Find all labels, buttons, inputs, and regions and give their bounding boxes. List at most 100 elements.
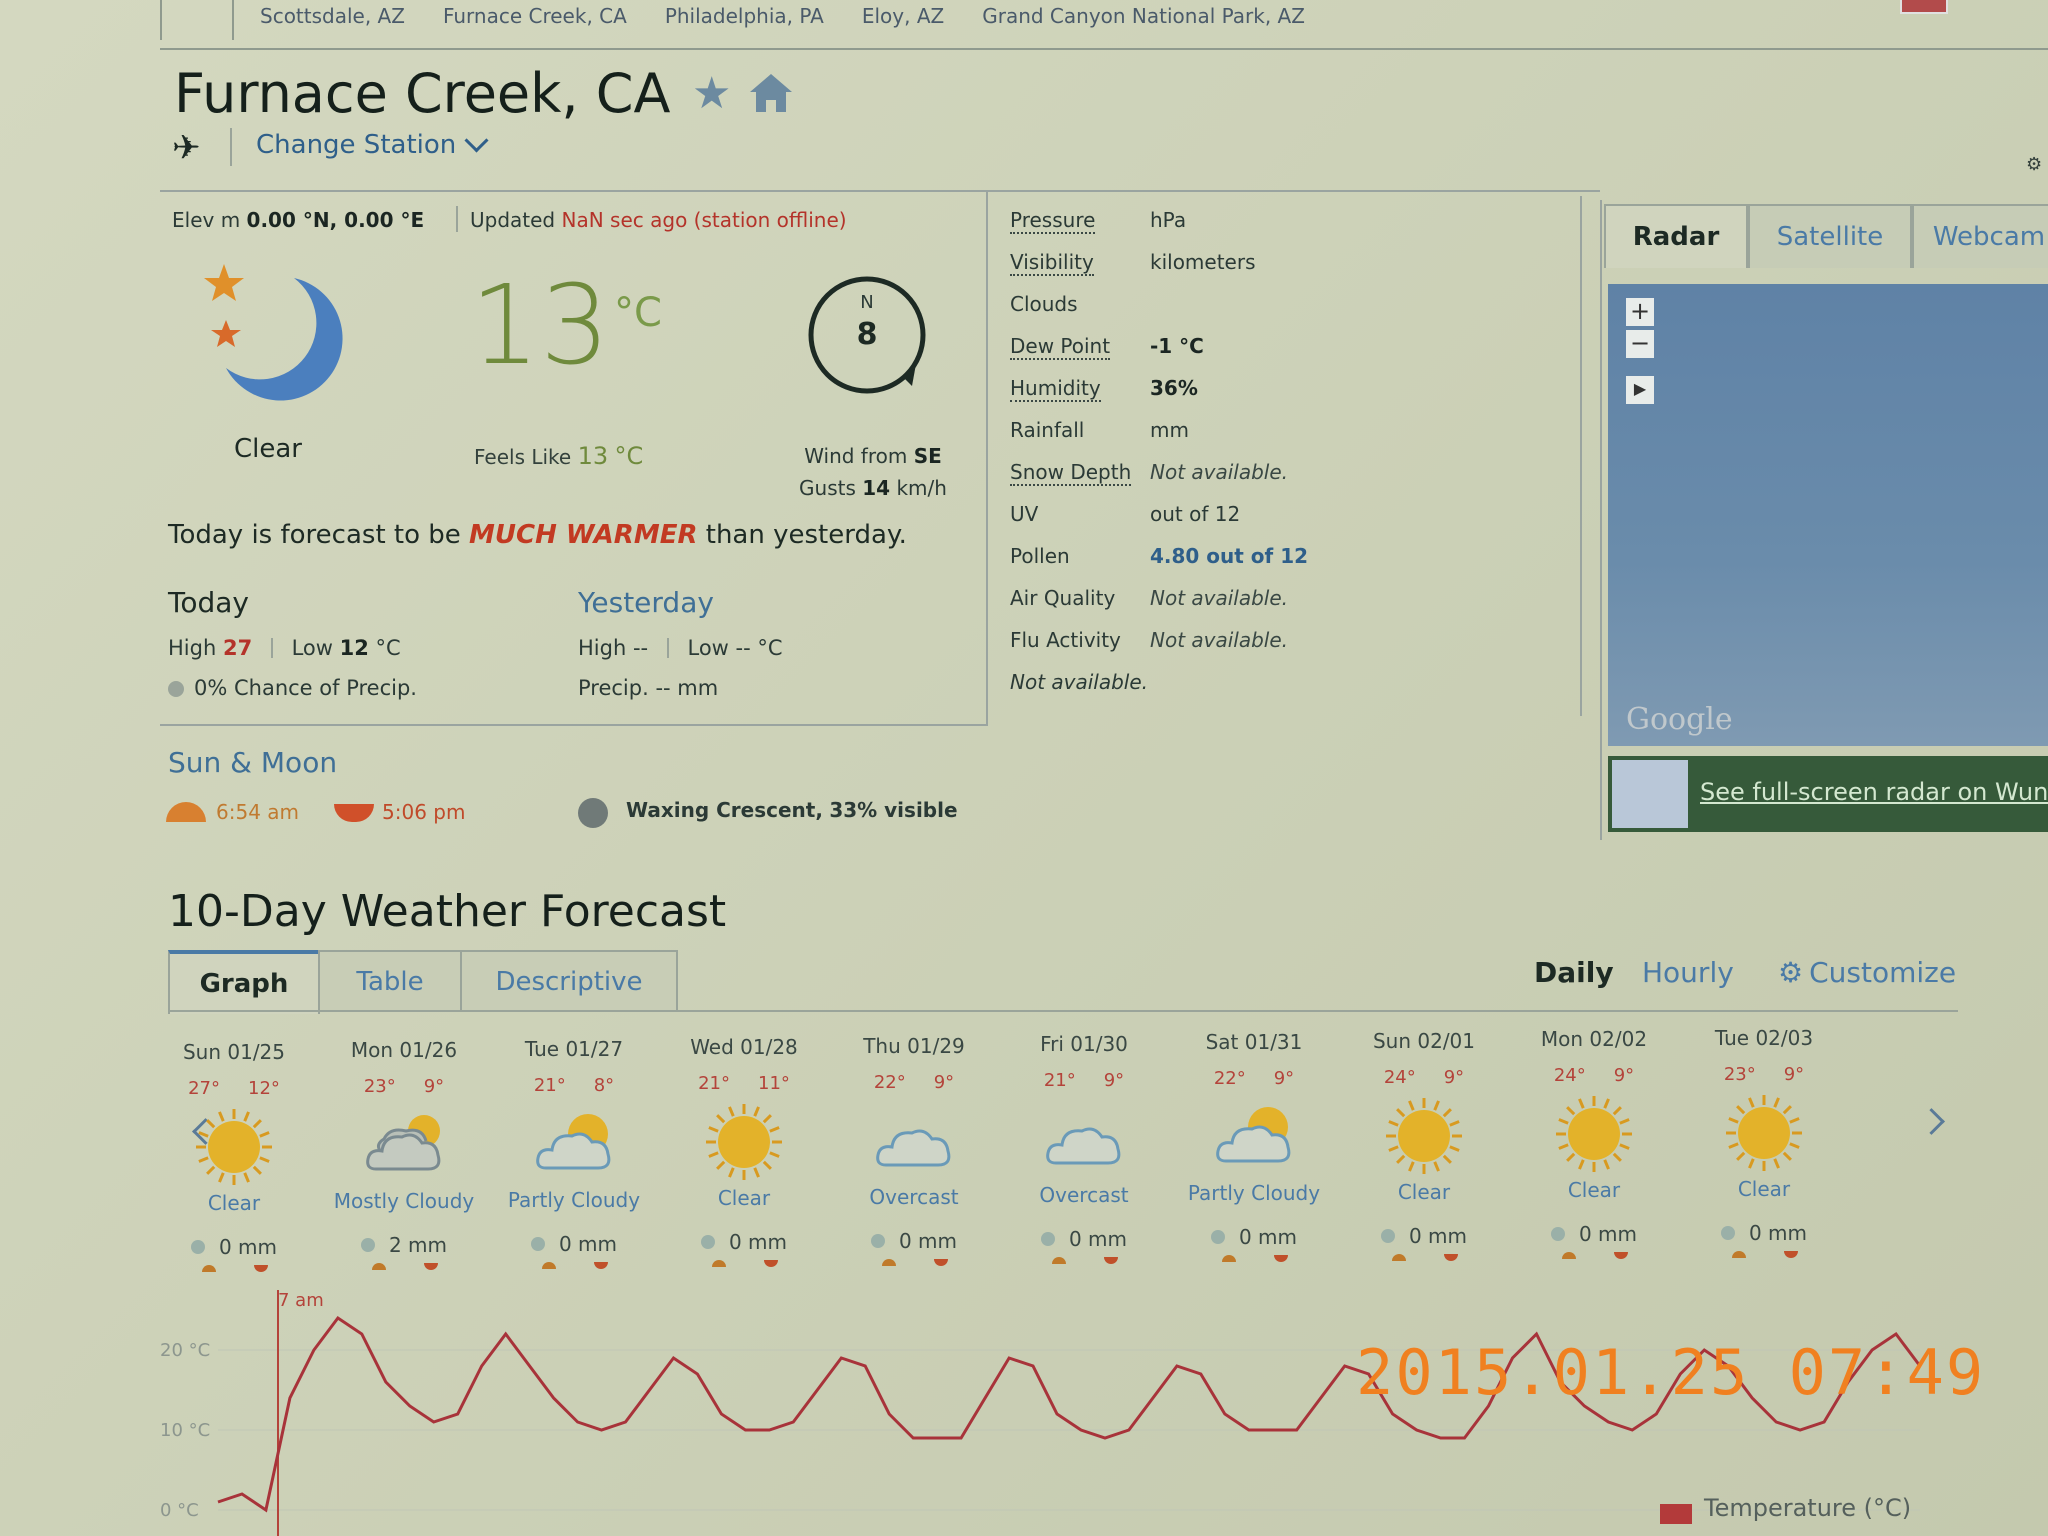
recent-stations-list: Scottsdale, AZ Furnace Creek, CA Philade… [260, 4, 1305, 28]
moon-phase-icon [578, 798, 608, 828]
cloud-icon [872, 1101, 956, 1181]
conditions-footer-text: Not available. [1010, 670, 1149, 694]
condition-label[interactable]: Snow Depth [1010, 460, 1132, 486]
sunset-marker [1444, 1253, 1458, 1261]
day-date: Tue 02/03 [1714, 1025, 1814, 1050]
tab-graph[interactable]: Graph [168, 950, 320, 1014]
flag-icon[interactable] [1900, 0, 1948, 14]
day-condition: Partly Cloudy [1187, 1181, 1321, 1206]
zoom-out-button[interactable]: − [1626, 330, 1654, 358]
recent-station-link[interactable]: Grand Canyon National Park, AZ [982, 4, 1305, 28]
air-quality-value: Not available. [1150, 586, 1289, 610]
sun-moon-heading[interactable]: Sun & Moon [168, 746, 337, 779]
condition-label[interactable]: Humidity [1010, 376, 1101, 402]
radar-tabs: Radar Satellite Webcam [1602, 204, 2048, 268]
temperature-unit[interactable]: °C [614, 290, 662, 336]
change-station-button[interactable]: Change Station [256, 128, 489, 160]
station-coords: 0.00 °N, 0.00 °E [246, 208, 425, 232]
condition-value[interactable]: 4.80 out of 12 [1150, 544, 1308, 568]
sun-markers [1514, 1252, 1674, 1262]
tab-descriptive[interactable]: Descriptive [460, 950, 678, 1012]
condition-value: -1 °C [1150, 334, 1204, 358]
recent-station-link[interactable]: Eloy, AZ [862, 4, 944, 28]
recent-station-link[interactable]: Furnace Creek, CA [443, 4, 627, 28]
precip-icon [1380, 1228, 1395, 1243]
divider [160, 190, 1600, 192]
radar-map[interactable]: + − ▶ Google [1608, 284, 2048, 746]
tab-webcam[interactable]: Webcam [1912, 204, 2048, 268]
day-date: Fri 01/30 [1040, 1032, 1128, 1056]
wind-speed: 8 [857, 317, 878, 352]
condition-label[interactable]: Pressure [1010, 208, 1096, 234]
day-condition: Overcast [869, 1184, 959, 1209]
day-condition: Clear [1737, 1176, 1791, 1201]
divider [1580, 196, 1582, 716]
day-condition: Clear [1397, 1179, 1451, 1204]
forecast-day: Tue 02/03 23° 9° Clear 0 mm [1684, 1026, 1844, 1261]
day-low: 9° [423, 1076, 445, 1098]
day-precip-value: 0 mm [218, 1235, 278, 1259]
wind-from-label: Wind from [804, 444, 908, 468]
customize-button[interactable]: ⚙ Customize [1778, 956, 1956, 989]
sunset-marker [934, 1258, 948, 1266]
day-high: 23° [1723, 1063, 1756, 1085]
day-condition: Partly Cloudy [507, 1187, 641, 1212]
hourly-toggle[interactable]: Hourly [1642, 956, 1734, 989]
sunrise-marker [1732, 1250, 1746, 1258]
day-precip-value: 0 mm [728, 1230, 788, 1255]
divider [232, 0, 234, 40]
precip-icon [190, 1240, 205, 1254]
tab-table[interactable]: Table [318, 950, 462, 1012]
home-icon[interactable] [748, 72, 794, 114]
divider [270, 638, 273, 658]
recent-station-link[interactable]: Philadelphia, PA [665, 4, 824, 28]
today-heading: Today [168, 586, 249, 619]
forecast-emphasis: MUCH WARMER [469, 520, 698, 550]
current-condition: Clear [234, 434, 302, 464]
sun-icon [1382, 1096, 1466, 1176]
yesterday-high-low: High -- Low -- °C [578, 636, 783, 660]
day-date: Sun 02/01 [1372, 1028, 1476, 1053]
day-date: Wed 01/28 [690, 1035, 798, 1060]
day-date: Sat 01/31 [1205, 1030, 1303, 1055]
daily-toggle[interactable]: Daily [1534, 956, 1614, 989]
recent-station-link[interactable]: Scottsdale, AZ [260, 4, 405, 28]
condition-label[interactable]: Visibility [1010, 250, 1094, 276]
station-elevation: Elev m 0.00 °N, 0.00 °E [172, 208, 424, 232]
gusts-label: Gusts [799, 476, 856, 500]
precip-icon [1210, 1230, 1225, 1245]
day-precip: 0 mm [1004, 1227, 1164, 1251]
day-precip: 0 mm [1174, 1225, 1334, 1249]
sunset-marker [1104, 1257, 1118, 1264]
sunrise-marker [372, 1263, 386, 1271]
settings-icon[interactable]: ⚙ [2026, 154, 2042, 175]
condition-label[interactable]: Dew Point [1010, 334, 1111, 360]
radar-banner[interactable]: See full-screen radar on Wun [1608, 756, 2048, 832]
day-precip-value: 0 mm [898, 1228, 958, 1253]
tab-radar[interactable]: Radar [1604, 204, 1748, 268]
play-button[interactable]: ▶ [1626, 376, 1654, 404]
tab-satellite[interactable]: Satellite [1748, 204, 1912, 268]
sun-markers [1174, 1255, 1334, 1265]
zoom-in-button[interactable]: + [1626, 298, 1654, 326]
day-high-low: 21° 8° [494, 1075, 654, 1096]
moon-visible: 33% visible [829, 798, 958, 822]
star-icon[interactable]: ★ [692, 72, 736, 116]
day-high-low: 23° 9° [324, 1076, 484, 1097]
today-precip-label: 0% Chance of Precip. [194, 676, 417, 700]
yesterday-heading[interactable]: Yesterday [578, 586, 714, 619]
elev-label: Elev [172, 208, 215, 232]
fullscreen-radar-link[interactable]: See full-screen radar on Wun [1700, 778, 2048, 806]
legend-swatch [1660, 1504, 1692, 1524]
forecast-suffix: than yesterday. [705, 520, 907, 550]
sunset-marker [764, 1260, 778, 1268]
updated-value: NaN sec ago (station offline) [561, 208, 847, 232]
temperature-chart: 20 °C 10 °C 0 °C [160, 1290, 1922, 1536]
day-condition: Mostly Cloudy [333, 1189, 475, 1214]
day-precip-value: 0 mm [1238, 1225, 1298, 1250]
forecast-prefix: Today is forecast to be [168, 520, 461, 550]
today-precip: 0% Chance of Precip. [168, 676, 417, 700]
wind-compass: N 8 [808, 276, 926, 394]
scroll-right-arrow[interactable] [1918, 1108, 1945, 1135]
yesterday-high: -- [632, 636, 649, 660]
